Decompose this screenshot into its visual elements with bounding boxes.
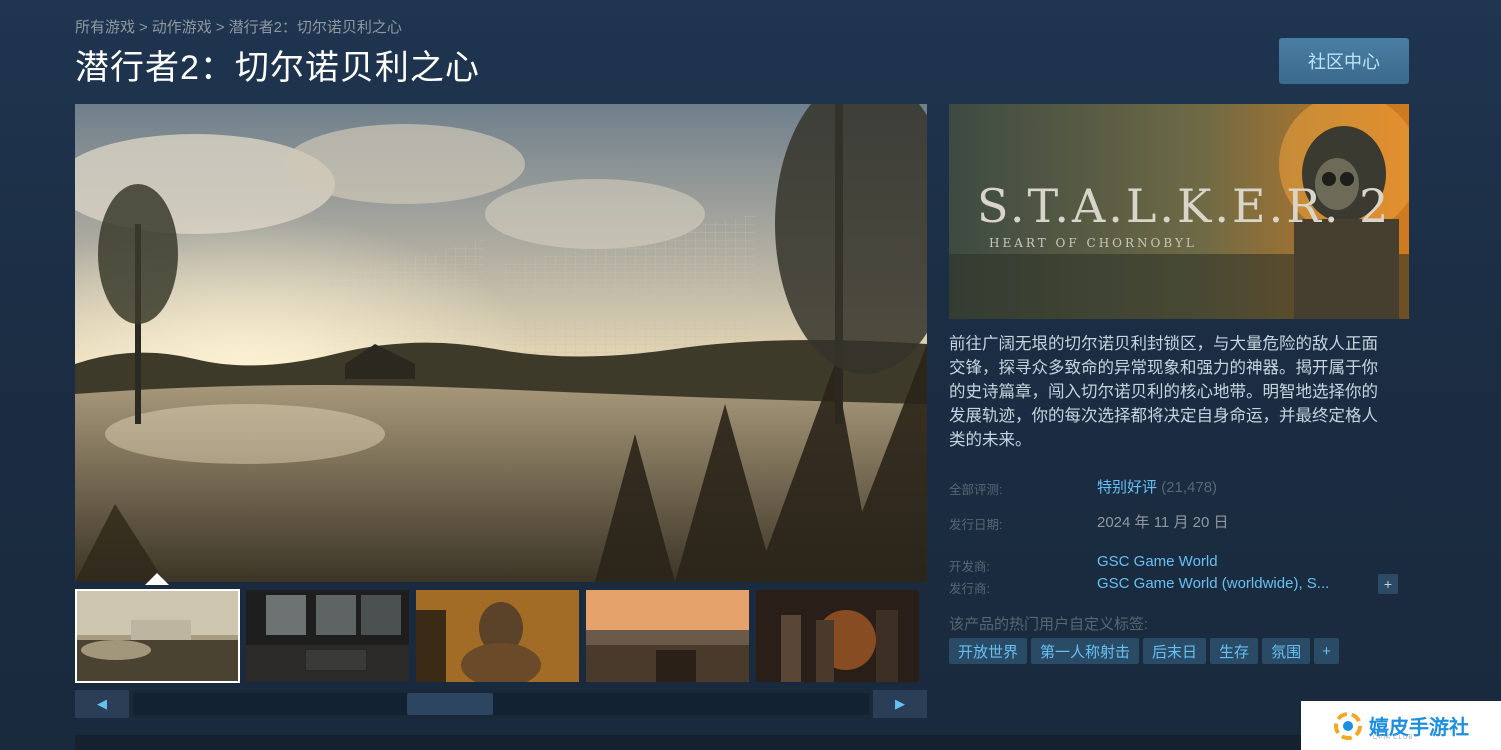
swamp-landscape-image: [75, 104, 927, 582]
breadcrumb-action-games[interactable]: 动作游戏: [152, 19, 212, 36]
breadcrumb-separator: >: [139, 19, 148, 36]
reviews-label: 全部评测:: [949, 483, 1003, 497]
header-capsule-image: S.T.A.L.K.E.R. 2 HEART OF CHORNOBYL: [949, 104, 1409, 319]
tag-open-world[interactable]: 开放世界: [949, 638, 1028, 664]
publisher-more-button[interactable]: +: [1378, 574, 1398, 594]
tag-list: 开放世界 第一人称射击 后末日 生存 氛围 +: [949, 638, 1339, 664]
thumbnail-mutant-image: [416, 590, 579, 682]
breadcrumb: 所有游戏 > 动作游戏 > 潜行者2：切尔诺贝利之心: [75, 16, 402, 37]
publisher-link[interactable]: GSC Game World (worldwide), S...: [1097, 575, 1329, 592]
scroll-track[interactable]: [133, 693, 869, 715]
scroll-right-button[interactable]: ▶: [873, 690, 927, 718]
media-scrollbar: ◀ ▶: [75, 690, 927, 718]
thumbnail-3[interactable]: [416, 590, 579, 682]
thumbnail-2[interactable]: [246, 590, 409, 682]
tag-post-apocalyptic[interactable]: 后末日: [1143, 638, 1207, 664]
publisher-label: 发行商:: [949, 582, 990, 596]
page-bottom-strip: [75, 735, 1409, 750]
developer-link[interactable]: GSC Game World: [1097, 553, 1218, 570]
game-description: 前往广阔无垠的切尔诺贝利封锁区，与大量危险的敌人正面交锋，探寻众多致命的异常现象…: [949, 335, 1378, 449]
tag-fps[interactable]: 第一人称射击: [1031, 638, 1140, 664]
reviews-summary: 特别好评 (21,478): [1097, 476, 1217, 497]
main-screenshot[interactable]: [75, 104, 927, 582]
page-title: 潜行者2：切尔诺贝利之心: [75, 49, 480, 87]
tag-more-button[interactable]: +: [1314, 638, 1339, 664]
community-hub-button[interactable]: 社区中心: [1279, 38, 1409, 84]
developer-label: 开发商:: [949, 560, 990, 574]
watermark-logo-icon: [1334, 711, 1362, 740]
tag-survival[interactable]: 生存: [1210, 638, 1259, 664]
thumbnail-1[interactable]: [75, 589, 240, 683]
release-date-value: 2024 年 11 月 20 日: [1097, 514, 1229, 531]
watermark: 嬉皮手游社: [1301, 701, 1501, 750]
breadcrumb-all-games[interactable]: 所有游戏: [75, 19, 135, 36]
thumbnail-campfire-image: [756, 590, 919, 682]
scroll-left-button[interactable]: ◀: [75, 690, 129, 718]
scroll-handle[interactable]: [407, 693, 493, 715]
thumbnail-swamp-image: [76, 590, 239, 682]
thumbnail-interior-image: [246, 590, 409, 682]
reviews-count: (21,478): [1161, 479, 1218, 496]
reviews-rating-link[interactable]: 特别好评: [1097, 479, 1157, 496]
thumbnail-5[interactable]: [756, 590, 919, 682]
active-thumbnail-pointer: [145, 573, 169, 585]
thumbnail-strip: [75, 589, 927, 684]
thumbnail-sunset-city-image: [586, 590, 749, 682]
capsule-logo-main: S.T.A.L.K.E.R. 2: [977, 179, 1391, 233]
capsule-logo-sub: HEART OF CHORNOBYL: [989, 236, 1197, 250]
thumbnail-4[interactable]: [586, 590, 749, 682]
tags-heading: 该产品的热门用户自定义标签:: [949, 616, 1149, 633]
tag-atmospheric[interactable]: 氛围: [1262, 638, 1311, 664]
watermark-subtext: CPIA CLUB: [1373, 735, 1414, 741]
breadcrumb-separator: >: [215, 19, 225, 36]
release-date-label: 发行日期:: [949, 518, 1003, 532]
breadcrumb-current-game[interactable]: 潜行者2：切尔诺贝利之心: [229, 19, 402, 36]
